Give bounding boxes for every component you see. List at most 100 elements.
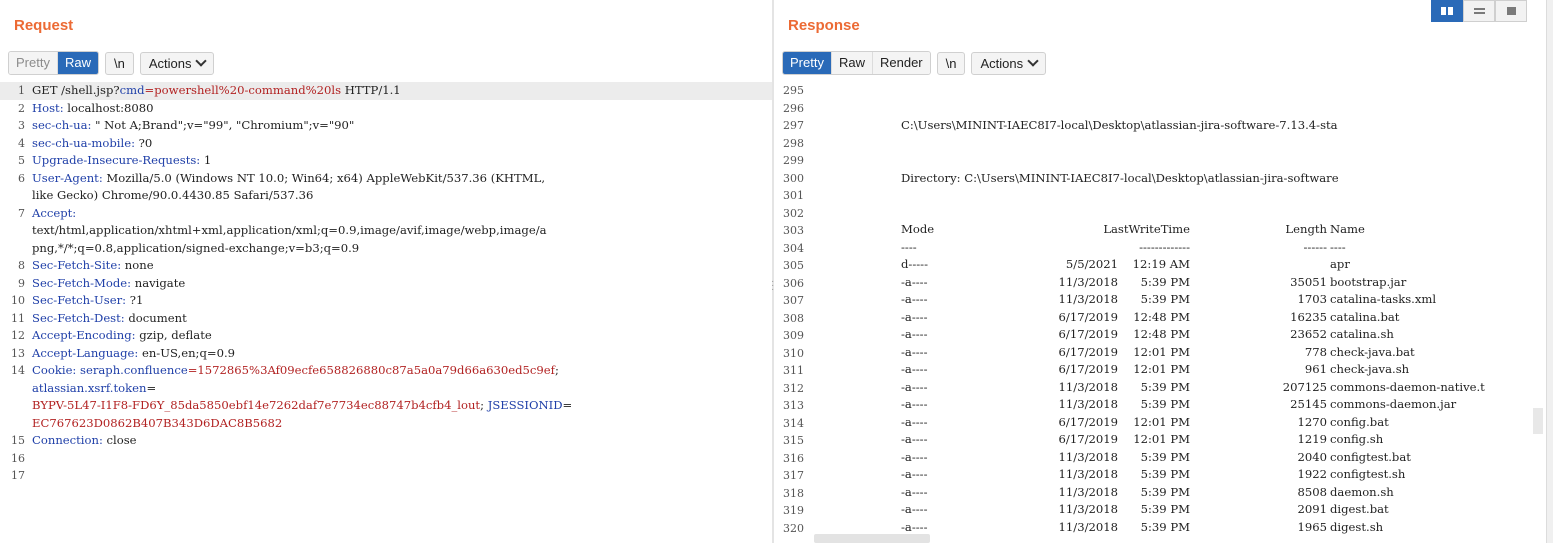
column-header-length: ------ [1303,239,1327,254]
rows-layout-button[interactable] [1463,0,1495,22]
header-key: Host: [32,100,64,115]
file-length: 25145 [1290,397,1327,411]
response-editor[interactable]: 295 296 297 C:\Users\MININT-IAEC8I7-local\D… [774,82,1546,543]
code-line: Host: localhost:8080 [32,100,154,118]
file-time: 5:39 PM [1140,449,1190,464]
line-number: 11 [11,311,25,325]
request-actions-button[interactable]: Actions [139,51,215,75]
line-number: 320 [783,521,804,535]
line-number: 5 [18,154,25,167]
param-value: =1572865%3Af09ecfe658826880c87a5a0a79d66… [187,363,555,377]
file-date: 6/17/2019 [1058,309,1118,324]
file-date: 11/3/2018 [1058,467,1118,481]
param-value: =powershell%20-command%20ls [144,83,342,97]
file-time: 5:39 PM [1140,292,1190,306]
response-tab-pretty[interactable]: Pretty [783,52,832,74]
columns-layout-icon [1441,7,1453,15]
line-number: 305 [783,259,804,272]
line-number [0,187,28,205]
code-line: Cookie: seraph.confluence=1572865%3Af09e… [32,362,559,380]
chevron-down-icon [1027,55,1039,67]
file-mode: -a---- [901,449,928,464]
line-number: 4 [18,136,25,150]
file-name: daemon.sh [1330,484,1394,499]
line-number: 1 [18,84,25,97]
code-text: GET /shell.jsp? [32,83,120,97]
file-length: 23652 [1290,327,1327,341]
line-number: 311 [783,364,804,377]
line-number: 314 [783,416,804,430]
code-line: Directory: C:\Users\MININT-IAEC8I7-local… [901,170,1339,185]
code-line: Accept-Encoding: gzip, deflate [32,327,212,345]
response-tab-raw[interactable]: Raw [831,52,873,74]
file-length: 2040 [1297,449,1327,464]
line-number: 8 [18,259,25,272]
file-name: configtest.sh [1330,467,1406,481]
file-date: 6/17/2019 [1058,362,1118,376]
response-tab-render[interactable]: Render [872,52,930,74]
file-time: 12:19 AM [1132,257,1190,271]
columns-layout-button[interactable] [1431,0,1463,22]
file-mode: -a---- [901,274,928,289]
file-mode: -a---- [901,362,928,376]
response-title: Response [788,17,860,34]
file-name: bootstrap.jar [1330,274,1407,289]
file-time: 12:48 PM [1133,309,1190,324]
line-number: 312 [783,381,804,395]
rows-layout-icon [1473,8,1485,14]
code-line: Sec-Fetch-Site: none [32,257,154,275]
response-newline-toggle[interactable]: \n [936,51,966,75]
request-tab-raw[interactable]: Raw [57,52,98,74]
code-text: en-US,en;q=0.9 [138,345,236,360]
line-number: 13 [11,346,25,360]
code-text: close [102,433,137,447]
response-horizontal-scrollbar[interactable] [814,534,930,543]
line-number: 10 [11,294,25,307]
file-date: 6/17/2019 [1058,414,1118,429]
code-text: HTTP/1.1 [341,83,401,97]
line-number [0,240,28,258]
file-mode: -a---- [901,467,928,481]
line-number: 304 [783,241,804,255]
vertical-scrollbar[interactable] [1546,0,1553,543]
file-name: digest.sh [1330,519,1384,534]
code-text: ; [554,363,559,377]
request-editor[interactable]: 1 GET /shell.jsp?cmd=powershell%20-comman… [0,82,772,543]
column-header-lastwritetime: LastWriteTime [1103,222,1190,236]
file-mode: -a---- [901,344,928,359]
header-key: cmd [119,83,145,97]
single-pane-button[interactable] [1495,0,1527,22]
code-line: sec-ch-ua-mobile: ?0 [32,135,152,153]
file-name: config.sh [1330,432,1384,446]
response-scrollbar-thumb[interactable] [1533,408,1543,434]
request-tab-pretty[interactable]: Pretty [9,52,58,74]
request-toolbar: Pretty Raw \n Actions [8,51,215,75]
header-key: sec-ch-ua: [32,118,92,132]
file-mode: -a---- [901,502,928,516]
request-newline-toggle[interactable]: \n [104,51,134,75]
line-number: 295 [783,84,804,97]
column-header-name: Name [1330,222,1365,236]
line-number: 309 [783,329,804,342]
file-time: 5:39 PM [1140,502,1190,516]
file-length: 2091 [1297,502,1327,516]
response-pane: Response Pretty Raw Render \n Actions 29… [774,0,1546,543]
file-time: 5:39 PM [1140,467,1190,481]
header-key: Upgrade-Insecure-Requests: [32,153,201,167]
code-text: ?0 [134,135,153,150]
file-mode: -a---- [901,309,928,324]
code-line: png,*/*;q=0.8,application/signed-exchang… [32,240,359,258]
line-number: 15 [11,434,25,447]
code-text: localhost:8080 [63,100,154,115]
param-value: BYPV-5L47-I1F8-FD6Y_85da5850ebf14e7262da… [32,398,481,412]
file-length: 961 [1304,362,1327,376]
line-number: 317 [783,469,804,482]
header-key: Cookie: [32,363,77,377]
file-name: digest.bat [1330,502,1389,516]
code-text: png,*/*;q=0.8,application/signed-exchang… [32,240,360,255]
code-text: ?1 [126,293,144,307]
response-actions-button[interactable]: Actions [971,51,1047,75]
line-number: 298 [783,136,804,150]
file-date: 5/5/2021 [1065,257,1118,271]
line-number: 9 [18,276,25,290]
